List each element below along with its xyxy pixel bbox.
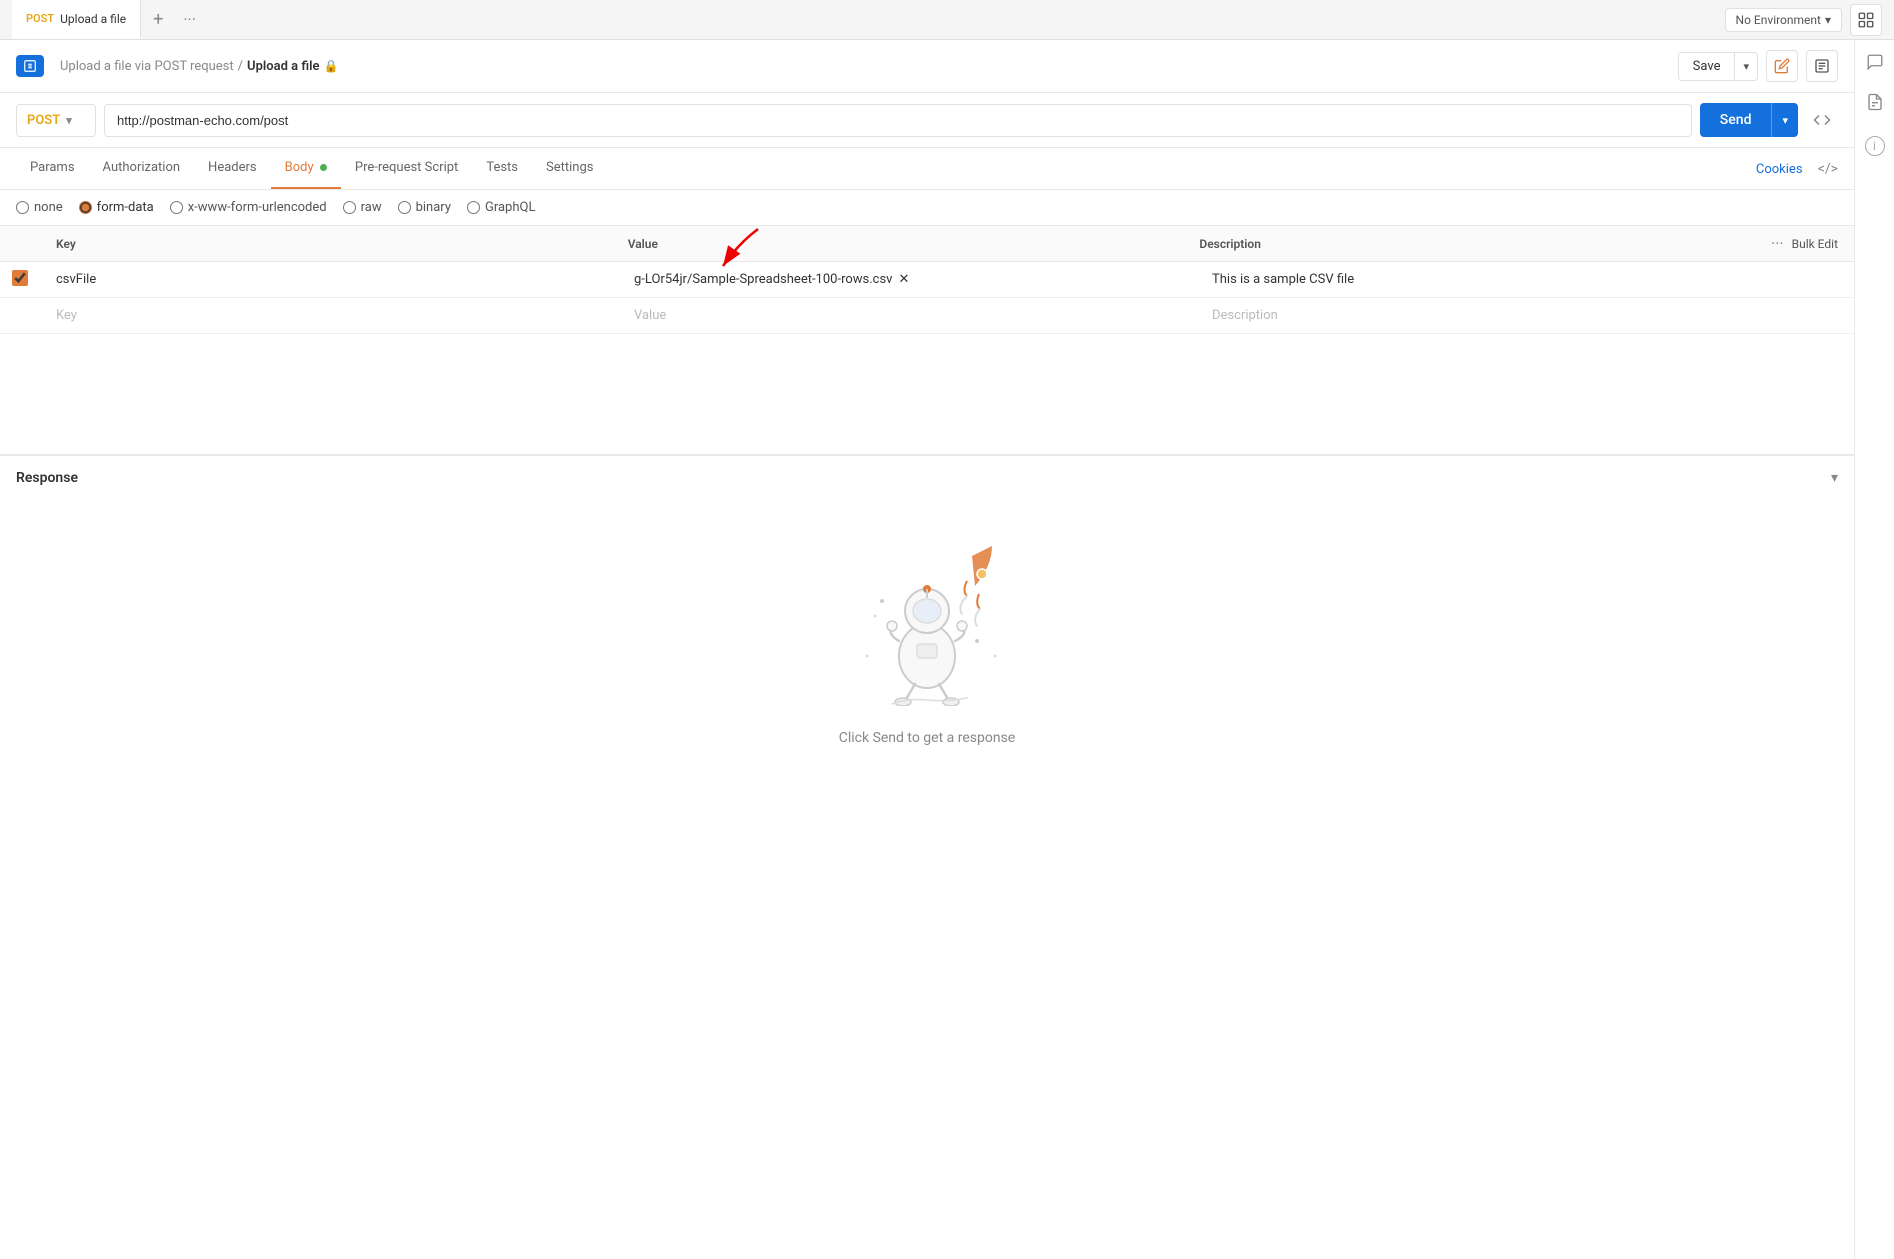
body-dot xyxy=(320,164,327,171)
right-sidebar: i xyxy=(1854,40,1894,1259)
body-type-form-data[interactable]: form-data xyxy=(79,200,154,215)
body-type-raw[interactable]: raw xyxy=(343,200,382,215)
empty-value[interactable]: Value xyxy=(618,298,1196,333)
response-section: Response ▾ xyxy=(0,454,1854,820)
code-snippet-button[interactable]: </> xyxy=(1818,161,1838,177)
send-label: Send xyxy=(1700,103,1773,137)
empty-response: Click Send to get a response xyxy=(16,486,1838,806)
more-tabs-button[interactable]: ··· xyxy=(175,10,204,29)
tab-params[interactable]: Params xyxy=(16,148,89,189)
file-path: g-LOr54jr/Sample-Spreadsheet-100-rows.cs… xyxy=(634,272,892,287)
table-row: csvFile xyxy=(0,262,1854,298)
key-header: Key xyxy=(40,237,612,251)
spacer xyxy=(0,334,1854,454)
empty-response-text: Click Send to get a response xyxy=(839,730,1015,746)
comment-icon[interactable] xyxy=(1861,48,1889,76)
info-icon[interactable]: i xyxy=(1865,136,1885,156)
code-icon[interactable] xyxy=(1806,104,1838,136)
request-type-badge xyxy=(16,55,44,77)
bulk-edit-button[interactable]: Bulk Edit xyxy=(1792,237,1838,251)
main-row: Upload a file via POST request / Upload … xyxy=(0,40,1894,1259)
row-description: This is a sample CSV file xyxy=(1196,262,1774,297)
response-chevron: ▾ xyxy=(1831,470,1838,486)
tab-tests[interactable]: Tests xyxy=(472,148,532,189)
description-button[interactable] xyxy=(1806,50,1838,82)
url-input[interactable] xyxy=(104,104,1692,137)
save-dropdown-arrow[interactable]: ▾ xyxy=(1735,54,1757,79)
collection-runner-icon[interactable] xyxy=(1850,4,1882,36)
tab-body[interactable]: Body xyxy=(271,148,341,189)
url-bar: POST ▾ Send ▾ xyxy=(0,93,1854,148)
description-header: Description xyxy=(1183,237,1755,251)
empty-description[interactable]: Description xyxy=(1196,298,1774,333)
row-checkbox[interactable] xyxy=(12,270,28,286)
tab-bar-right: No Environment ▾ xyxy=(1725,4,1882,36)
tab-authorization[interactable]: Authorization xyxy=(89,148,195,189)
row-key: csvFile xyxy=(40,262,618,297)
tab-right-area: Cookies </> xyxy=(1756,161,1838,177)
method-dropdown[interactable]: POST ▾ xyxy=(16,104,96,137)
response-header[interactable]: Response ▾ xyxy=(16,470,1838,486)
body-type-urlencoded[interactable]: x-www-form-urlencoded xyxy=(170,200,327,215)
environment-chevron: ▾ xyxy=(1825,13,1831,27)
lock-icon: 🔒 xyxy=(324,59,339,73)
body-type-row: none form-data x-www-form-urlencoded raw… xyxy=(0,190,1854,226)
tab-headers[interactable]: Headers xyxy=(194,148,271,189)
tab-settings[interactable]: Settings xyxy=(532,148,607,189)
body-type-graphql[interactable]: GraphQL xyxy=(467,200,535,215)
file-remove-button[interactable]: ✕ xyxy=(898,272,909,287)
empty-table-row: Key Value Description xyxy=(0,298,1854,334)
body-type-binary[interactable]: binary xyxy=(398,200,451,215)
tab-method-label: POST xyxy=(26,12,54,25)
tab-bar: POST Upload a file + ··· No Environment … xyxy=(0,0,1894,40)
header-actions: Save ▾ xyxy=(1678,50,1838,82)
breadcrumb: Upload a file via POST request / Upload … xyxy=(60,59,1670,74)
empty-key[interactable]: Key xyxy=(40,298,618,333)
value-header: Value xyxy=(612,237,1184,251)
body-type-none[interactable]: none xyxy=(16,200,63,215)
file-value: g-LOr54jr/Sample-Spreadsheet-100-rows.cs… xyxy=(634,272,1180,287)
tab-title: Upload a file xyxy=(60,12,126,26)
method-label: POST xyxy=(27,113,60,128)
params-table-container: Key Value Description ··· Bulk Edit csvF… xyxy=(0,226,1854,334)
breadcrumb-current: Upload a file xyxy=(247,59,319,74)
breadcrumb-separator: / xyxy=(238,59,243,74)
save-label: Save xyxy=(1679,53,1736,80)
table-header: Key Value Description ··· Bulk Edit xyxy=(0,226,1854,262)
center-content: Upload a file via POST request / Upload … xyxy=(0,40,1854,1259)
astronaut-illustration xyxy=(837,526,1017,710)
request-header: Upload a file via POST request / Upload … xyxy=(0,40,1854,93)
doc-icon[interactable] xyxy=(1861,88,1889,116)
new-tab-button[interactable]: + xyxy=(141,9,175,30)
request-tabs: Params Authorization Headers Body Pre-re… xyxy=(0,148,1854,190)
row-checkbox-cell xyxy=(0,270,40,290)
table-header-actions: ··· Bulk Edit xyxy=(1755,234,1854,253)
environment-selector[interactable]: No Environment ▾ xyxy=(1725,8,1842,32)
send-button[interactable]: Send ▾ xyxy=(1700,103,1798,137)
cookies-link[interactable]: Cookies xyxy=(1756,162,1803,177)
save-button[interactable]: Save ▾ xyxy=(1678,52,1758,81)
method-chevron: ▾ xyxy=(66,114,72,127)
tab-pre-request[interactable]: Pre-request Script xyxy=(341,148,472,189)
active-tab[interactable]: POST Upload a file xyxy=(12,0,141,39)
bulk-edit-more-icon[interactable]: ··· xyxy=(1771,234,1784,253)
edit-button[interactable] xyxy=(1766,50,1798,82)
send-dropdown-arrow[interactable]: ▾ xyxy=(1772,105,1798,136)
environment-label: No Environment xyxy=(1736,13,1821,27)
row-value-cell: g-LOr54jr/Sample-Spreadsheet-100-rows.cs… xyxy=(618,262,1196,297)
response-title: Response xyxy=(16,470,78,486)
breadcrumb-parent: Upload a file via POST request xyxy=(60,59,234,74)
